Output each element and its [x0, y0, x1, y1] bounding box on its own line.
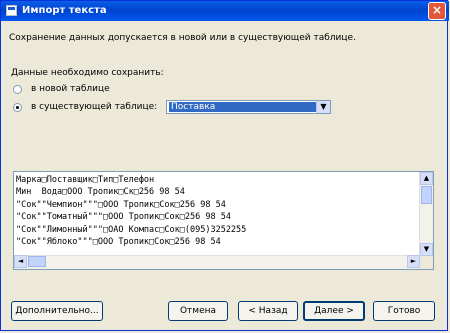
scroll-right-icon[interactable]: ►	[407, 255, 420, 268]
chevron-down-icon[interactable]: ▼	[316, 101, 330, 113]
horizontal-scrollbar[interactable]: ◄ ►	[14, 255, 421, 269]
data-preview: Марка□Поставщик□Тип□Телефон Мин Вода□ООО …	[13, 171, 434, 270]
scroll-left-icon[interactable]: ◄	[14, 255, 27, 268]
preview-line: Марка□Поставщик□Тип□Телефон	[16, 175, 155, 185]
preview-line: Мин Вода□ООО Тропик□Ск□256 98 54	[16, 187, 185, 198]
save-label: Данные необходимо сохранить:	[11, 68, 164, 78]
radio-existing-table-label: в существующей таблице:	[31, 102, 158, 112]
window-title: Импорт текста	[22, 5, 107, 16]
radio-new-table-label: в новой таблице	[31, 84, 110, 94]
advanced-button[interactable]: Дополнительно...	[11, 301, 103, 321]
preview-line: "Сок""Лимонный"""□ОАО Компас□Сок□(095)32…	[16, 224, 247, 235]
back-button[interactable]: < Назад	[238, 301, 298, 321]
selected-table-value: Поставка	[169, 102, 317, 112]
preview-line: "Сок""Томатный"""□ООО Тропик□Сок□256 98 …	[16, 212, 231, 223]
scroll-up-icon[interactable]: ▲	[420, 172, 433, 185]
title-bar: Импорт текста ×	[1, 1, 449, 21]
import-text-dialog: Импорт текста × Сохранение данных допуск…	[0, 0, 449, 331]
app-icon	[6, 5, 17, 16]
finish-button[interactable]: Готово	[373, 301, 435, 321]
close-button[interactable]: ×	[428, 2, 446, 20]
vertical-scroll-thumb[interactable]	[421, 186, 432, 204]
horizontal-scroll-thumb[interactable]	[28, 256, 46, 267]
table-select[interactable]: Поставка ▼	[166, 100, 331, 114]
vertical-scrollbar[interactable]: ▲ ▼	[419, 172, 433, 269]
preview-line: "Сок""Яблоко"""□ООО Тропик□Сок□256 98 54	[16, 237, 221, 248]
cancel-button[interactable]: Отмена	[168, 301, 228, 321]
radio-new-table[interactable]	[13, 85, 22, 94]
next-button[interactable]: Далее >	[303, 301, 365, 321]
intro-text: Сохранение данных допускается в новой ил…	[9, 33, 356, 43]
scroll-down-icon[interactable]: ▼	[420, 243, 433, 256]
preview-line: "Сок""Чемпион"""□ООО Тропик□Сок□256 98 5…	[16, 199, 226, 210]
scroll-corner	[420, 256, 433, 269]
radio-existing-table[interactable]	[13, 103, 22, 112]
preview-lines: Марка□Поставщик□Тип□Телефон Мин Вода□ООО …	[16, 174, 246, 248]
